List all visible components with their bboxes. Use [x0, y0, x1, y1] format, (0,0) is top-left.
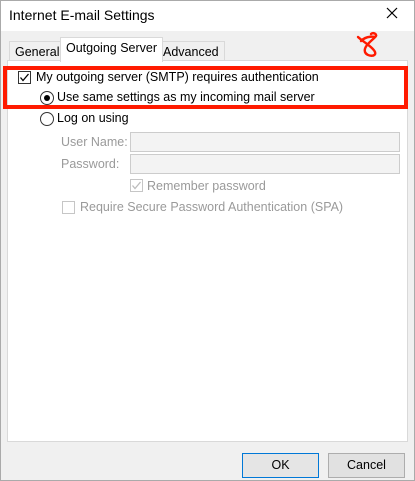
radio-selected-dot [44, 95, 50, 101]
requires-auth-label[interactable]: My outgoing server (SMTP) requires authe… [36, 70, 319, 84]
requires-auth-checkbox[interactable] [18, 71, 31, 84]
spa-label[interactable]: Require Secure Password Authentication (… [80, 200, 343, 214]
close-icon[interactable] [384, 5, 400, 21]
window-title: Internet E-mail Settings [9, 7, 155, 23]
tab-outgoing-server[interactable]: Outgoing Server [60, 37, 164, 62]
title-bar: Internet E-mail Settings [1, 1, 414, 31]
use-same-settings-radio[interactable] [40, 91, 54, 105]
cancel-button[interactable]: Cancel [328, 453, 405, 478]
use-same-settings-label[interactable]: Use same settings as my incoming mail se… [57, 90, 315, 104]
ok-button[interactable]: OK [242, 453, 319, 478]
internet-email-settings-dialog: Internet E-mail Settings General Outgoin… [0, 0, 415, 481]
spa-checkbox[interactable] [62, 201, 75, 214]
remember-password-checkbox[interactable] [130, 179, 143, 192]
log-on-using-label[interactable]: Log on using [57, 111, 129, 125]
checkmark-icon [132, 181, 141, 190]
remember-password-label[interactable]: Remember password [147, 179, 266, 193]
log-on-using-radio[interactable] [40, 112, 54, 126]
tab-advanced[interactable]: Advanced [157, 41, 225, 62]
user-name-field[interactable] [130, 132, 400, 152]
annotation-number-8 [356, 31, 378, 57]
user-name-label: User Name: [61, 135, 128, 149]
tab-general[interactable]: General [9, 41, 66, 62]
dialog-footer: OK Cancel [1, 442, 414, 480]
password-field[interactable] [130, 154, 400, 174]
checkmark-icon [20, 73, 29, 82]
password-label: Password: [61, 157, 120, 171]
